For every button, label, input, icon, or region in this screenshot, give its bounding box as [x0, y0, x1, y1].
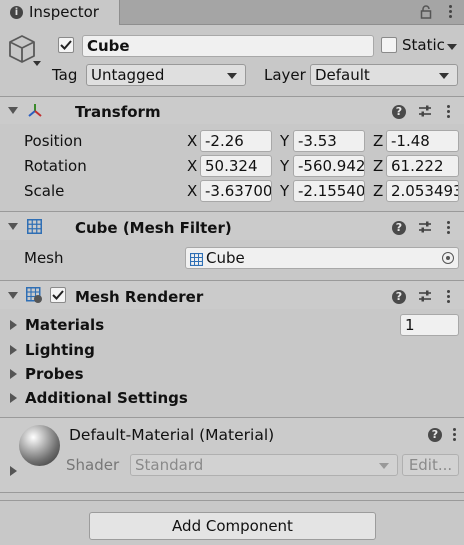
- foldout-arrow-icon[interactable]: [8, 292, 18, 299]
- position-z-field[interactable]: -1.48: [386, 130, 459, 152]
- icon-dropdown-caret[interactable]: [33, 61, 41, 66]
- static-label: Static: [402, 36, 445, 54]
- help-icon[interactable]: ?: [392, 290, 406, 304]
- mesh-renderer-icon: [26, 287, 43, 308]
- info-icon: i: [10, 6, 23, 19]
- rotation-x-field[interactable]: 50.324: [200, 155, 272, 177]
- probes-foldout[interactable]: Probes: [25, 365, 84, 383]
- gameobject-icon: [8, 34, 36, 68]
- foldout-arrow-icon[interactable]: [10, 369, 17, 379]
- shader-label: Shader: [66, 456, 120, 474]
- mesh-filter-title: Cube (Mesh Filter): [75, 219, 232, 237]
- axis-z-label[interactable]: Z: [373, 182, 383, 200]
- axis-z-label[interactable]: Z: [373, 132, 383, 150]
- materials-count-field[interactable]: 1: [400, 314, 459, 336]
- axis-y-label[interactable]: Y: [280, 182, 289, 200]
- mesh-renderer-title: Mesh Renderer: [75, 288, 204, 306]
- mesh-renderer-enabled-checkbox[interactable]: [50, 287, 66, 303]
- axis-x-label[interactable]: X: [187, 132, 197, 150]
- transform-icon: [27, 103, 43, 123]
- axis-x-label[interactable]: X: [187, 157, 197, 175]
- presets-icon[interactable]: [418, 289, 432, 307]
- axis-x-label[interactable]: X: [187, 182, 197, 200]
- lock-icon[interactable]: [420, 5, 432, 19]
- foldout-arrow-icon[interactable]: [10, 345, 17, 355]
- axis-y-label[interactable]: Y: [280, 157, 289, 175]
- scale-x-field[interactable]: -3.63700: [200, 180, 272, 202]
- foldout-arrow-icon[interactable]: [10, 466, 17, 476]
- lighting-foldout[interactable]: Lighting: [25, 341, 95, 359]
- rotation-label: Rotation: [24, 157, 87, 175]
- additional-settings-foldout[interactable]: Additional Settings: [25, 389, 188, 407]
- foldout-arrow-icon[interactable]: [10, 320, 17, 330]
- object-name-input[interactable]: Cube: [82, 35, 374, 57]
- separator: [0, 500, 464, 501]
- help-icon[interactable]: ?: [392, 221, 406, 235]
- separator: [0, 492, 464, 493]
- foldout-arrow-icon[interactable]: [8, 107, 18, 114]
- materials-foldout[interactable]: Materials: [25, 316, 104, 334]
- axis-z-label[interactable]: Z: [373, 157, 383, 175]
- material-title: Default-Material (Material): [69, 426, 275, 444]
- presets-icon[interactable]: [418, 104, 432, 122]
- position-label: Position: [24, 132, 83, 150]
- material-menu-icon[interactable]: [453, 428, 457, 442]
- component-menu-icon[interactable]: [447, 105, 451, 119]
- mesh-filter-icon: [27, 219, 42, 238]
- static-checkbox[interactable]: [381, 37, 397, 53]
- tab-title: Inspector: [29, 3, 99, 21]
- shader-dropdown[interactable]: Standard: [130, 454, 398, 476]
- mesh-label: Mesh: [24, 249, 64, 267]
- component-menu-icon[interactable]: [447, 221, 451, 235]
- edit-shader-button[interactable]: Edit...: [402, 454, 459, 476]
- layer-dropdown[interactable]: Default: [310, 64, 458, 86]
- scale-label: Scale: [24, 182, 65, 200]
- help-icon[interactable]: ?: [392, 105, 406, 119]
- component-menu-icon[interactable]: [447, 290, 451, 304]
- material-preview-sphere[interactable]: [19, 425, 60, 466]
- transform-title: Transform: [75, 103, 161, 121]
- add-component-button[interactable]: Add Component: [89, 512, 376, 540]
- foldout-arrow-icon[interactable]: [10, 393, 17, 403]
- chevron-down-icon: [439, 73, 449, 79]
- mesh-object-field[interactable]: Cube: [185, 247, 459, 269]
- chevron-down-icon: [227, 73, 237, 79]
- foldout-arrow-icon[interactable]: [8, 223, 18, 230]
- mesh-icon: [189, 251, 204, 268]
- rotation-y-field[interactable]: -560.942: [293, 155, 365, 177]
- chevron-down-icon: [379, 463, 389, 469]
- rotation-z-field[interactable]: 61.222: [386, 155, 459, 177]
- help-icon[interactable]: ?: [428, 428, 442, 442]
- tag-label: Tag: [52, 66, 78, 84]
- inspector-tab[interactable]: i Inspector: [0, 0, 120, 25]
- position-x-field[interactable]: -2.26: [200, 130, 272, 152]
- tab-menu-icon[interactable]: [449, 5, 453, 19]
- mesh-value: Cube: [206, 249, 245, 267]
- active-checkbox[interactable]: [58, 37, 74, 53]
- object-picker-icon[interactable]: [442, 252, 454, 264]
- static-dropdown-caret[interactable]: [447, 44, 457, 50]
- tag-dropdown[interactable]: Untagged: [86, 64, 246, 86]
- layer-value: Default: [315, 66, 370, 84]
- tag-value: Untagged: [91, 66, 165, 84]
- position-y-field[interactable]: -3.53: [293, 130, 365, 152]
- scale-z-field[interactable]: 2.053493: [386, 180, 459, 202]
- scale-y-field[interactable]: -2.15540: [293, 180, 365, 202]
- shader-value: Standard: [135, 456, 204, 474]
- axis-y-label[interactable]: Y: [280, 132, 289, 150]
- layer-label: Layer: [264, 66, 306, 84]
- presets-icon[interactable]: [418, 220, 432, 238]
